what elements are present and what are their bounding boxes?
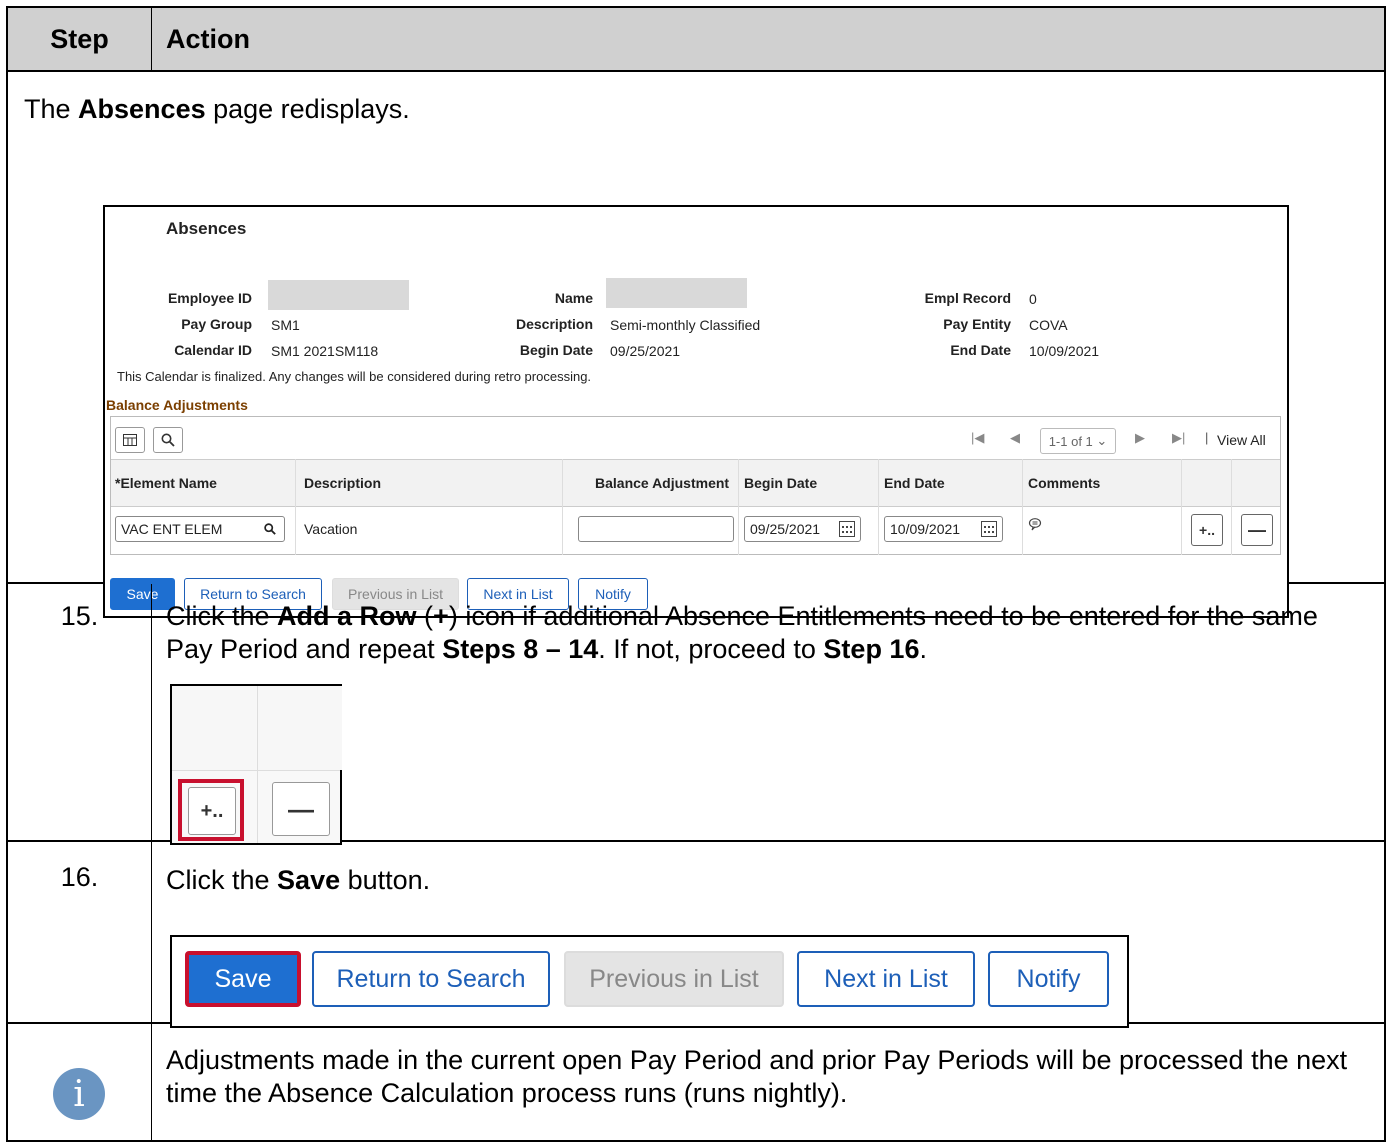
step-15-text: Click the Add a Row (+) icon if addition…: [166, 601, 1318, 664]
page-title: Absences: [166, 219, 247, 238]
element-name-input[interactable]: VAC ENT ELEM: [115, 516, 285, 542]
begin-date-value: 09/25/2021: [610, 343, 681, 359]
find-icon[interactable]: [153, 427, 183, 453]
absences-screenshot: Absences Employee ID Name Empl Record 0 …: [103, 205, 1289, 618]
column-divider: [878, 459, 879, 555]
add-row-button[interactable]: +..: [1191, 514, 1223, 546]
column-end-date: End Date: [884, 475, 945, 491]
description-cell: Vacation: [304, 521, 358, 537]
divider: |: [1205, 430, 1209, 445]
first-page-icon[interactable]: |◀: [971, 430, 984, 446]
pay-group-label: Pay Group: [181, 316, 252, 332]
pay-group-value: SM1: [271, 317, 300, 333]
empl-record-value: 0: [1029, 291, 1037, 307]
name-value: [606, 278, 747, 308]
personalize-grid-icon[interactable]: [115, 427, 145, 453]
end-date-input[interactable]: 10/09/2021: [884, 516, 1003, 542]
empl-record-label: Empl Record: [924, 290, 1011, 306]
column-divider: [295, 459, 296, 555]
step-16-text: Click the Save button.: [166, 865, 431, 895]
column-begin-date: Begin Date: [744, 475, 818, 491]
column-divider: [738, 459, 739, 555]
intro-text: The Absences page redisplays.: [24, 94, 410, 124]
last-page-icon[interactable]: ▶|: [1172, 430, 1185, 446]
previous-in-list-button: Previous in List: [564, 951, 784, 1007]
end-date-label: End Date: [950, 342, 1011, 358]
begin-date-input[interactable]: 09/25/2021: [744, 516, 861, 542]
next-in-list-button[interactable]: Next in List: [797, 951, 975, 1007]
next-page-icon[interactable]: ▶: [1135, 430, 1145, 446]
delete-row-button[interactable]: —: [1241, 514, 1273, 546]
step-16-row: 16. Click the Save button. Save Return t…: [6, 842, 1386, 1028]
column-divider: [1022, 459, 1023, 555]
name-label: Name: [554, 290, 593, 306]
pay-entity-value: COVA: [1029, 317, 1068, 333]
description-label: Description: [515, 316, 593, 332]
notify-button[interactable]: Notify: [988, 951, 1109, 1007]
pay-entity-label: Pay Entity: [943, 316, 1011, 332]
buttons-screenshot: Save Return to Search Previous in List N…: [170, 935, 1129, 1028]
step-number: 16.: [8, 842, 152, 1022]
finalized-note: This Calendar is finalized. Any changes …: [117, 369, 592, 384]
employee-id-label: Employee ID: [167, 290, 252, 306]
column-divider: [1181, 459, 1182, 555]
step-column-header: Step: [8, 8, 152, 70]
employee-id-value: [268, 280, 409, 310]
table-header: Step Action: [6, 6, 1386, 72]
info-icon-cell: i: [8, 1024, 152, 1140]
description-value: Semi-monthly Classified: [610, 317, 761, 333]
column-divider: [1231, 459, 1232, 555]
previous-page-icon[interactable]: ◀: [1010, 430, 1020, 446]
column-description: Description: [304, 475, 382, 491]
add-row-screenshot: +.. —: [170, 684, 342, 845]
step-15-row: 15. Click the Add a Row (+) icon if addi…: [6, 584, 1386, 845]
column-divider: [562, 459, 563, 555]
action-column-header: Action: [166, 23, 250, 54]
end-date-value: 10/09/2021: [1029, 343, 1100, 359]
balance-adjustment-input[interactable]: [578, 516, 734, 542]
info-text: Adjustments made in the current open Pay…: [166, 1045, 1348, 1108]
begin-date-label: Begin Date: [519, 342, 593, 358]
calendar-id-value: SM1 2021SM118: [271, 343, 379, 359]
instruction-table: Step Action The Absences page redisplays…: [6, 6, 1386, 1142]
lookup-icon[interactable]: [264, 523, 276, 535]
step-number: 15.: [8, 584, 152, 840]
page-selector[interactable]: 1-1 of 1 ⌄: [1040, 428, 1116, 454]
calendar-id-label: Calendar ID: [174, 342, 252, 358]
info-row: i Adjustments made in the current open P…: [6, 1024, 1386, 1142]
save-button[interactable]: Save: [185, 951, 301, 1007]
add-row-button[interactable]: +..: [188, 787, 236, 835]
return-to-search-button[interactable]: Return to Search: [312, 951, 550, 1007]
column-comments: Comments: [1028, 475, 1101, 491]
column-balance-adjustment: Balance Adjustment: [595, 475, 730, 491]
view-all-link[interactable]: View All: [1217, 432, 1266, 448]
calendar-icon[interactable]: [981, 521, 997, 537]
balance-adjustments-heading: Balance Adjustments: [106, 397, 248, 413]
delete-row-button[interactable]: —: [272, 782, 330, 836]
comment-icon[interactable]: [1028, 517, 1042, 534]
column-element-name: *Element Name: [115, 475, 217, 491]
absences-section: The Absences page redisplays. Absences E…: [6, 70, 1386, 618]
info-icon: i: [53, 1068, 105, 1120]
calendar-icon[interactable]: [839, 521, 855, 537]
